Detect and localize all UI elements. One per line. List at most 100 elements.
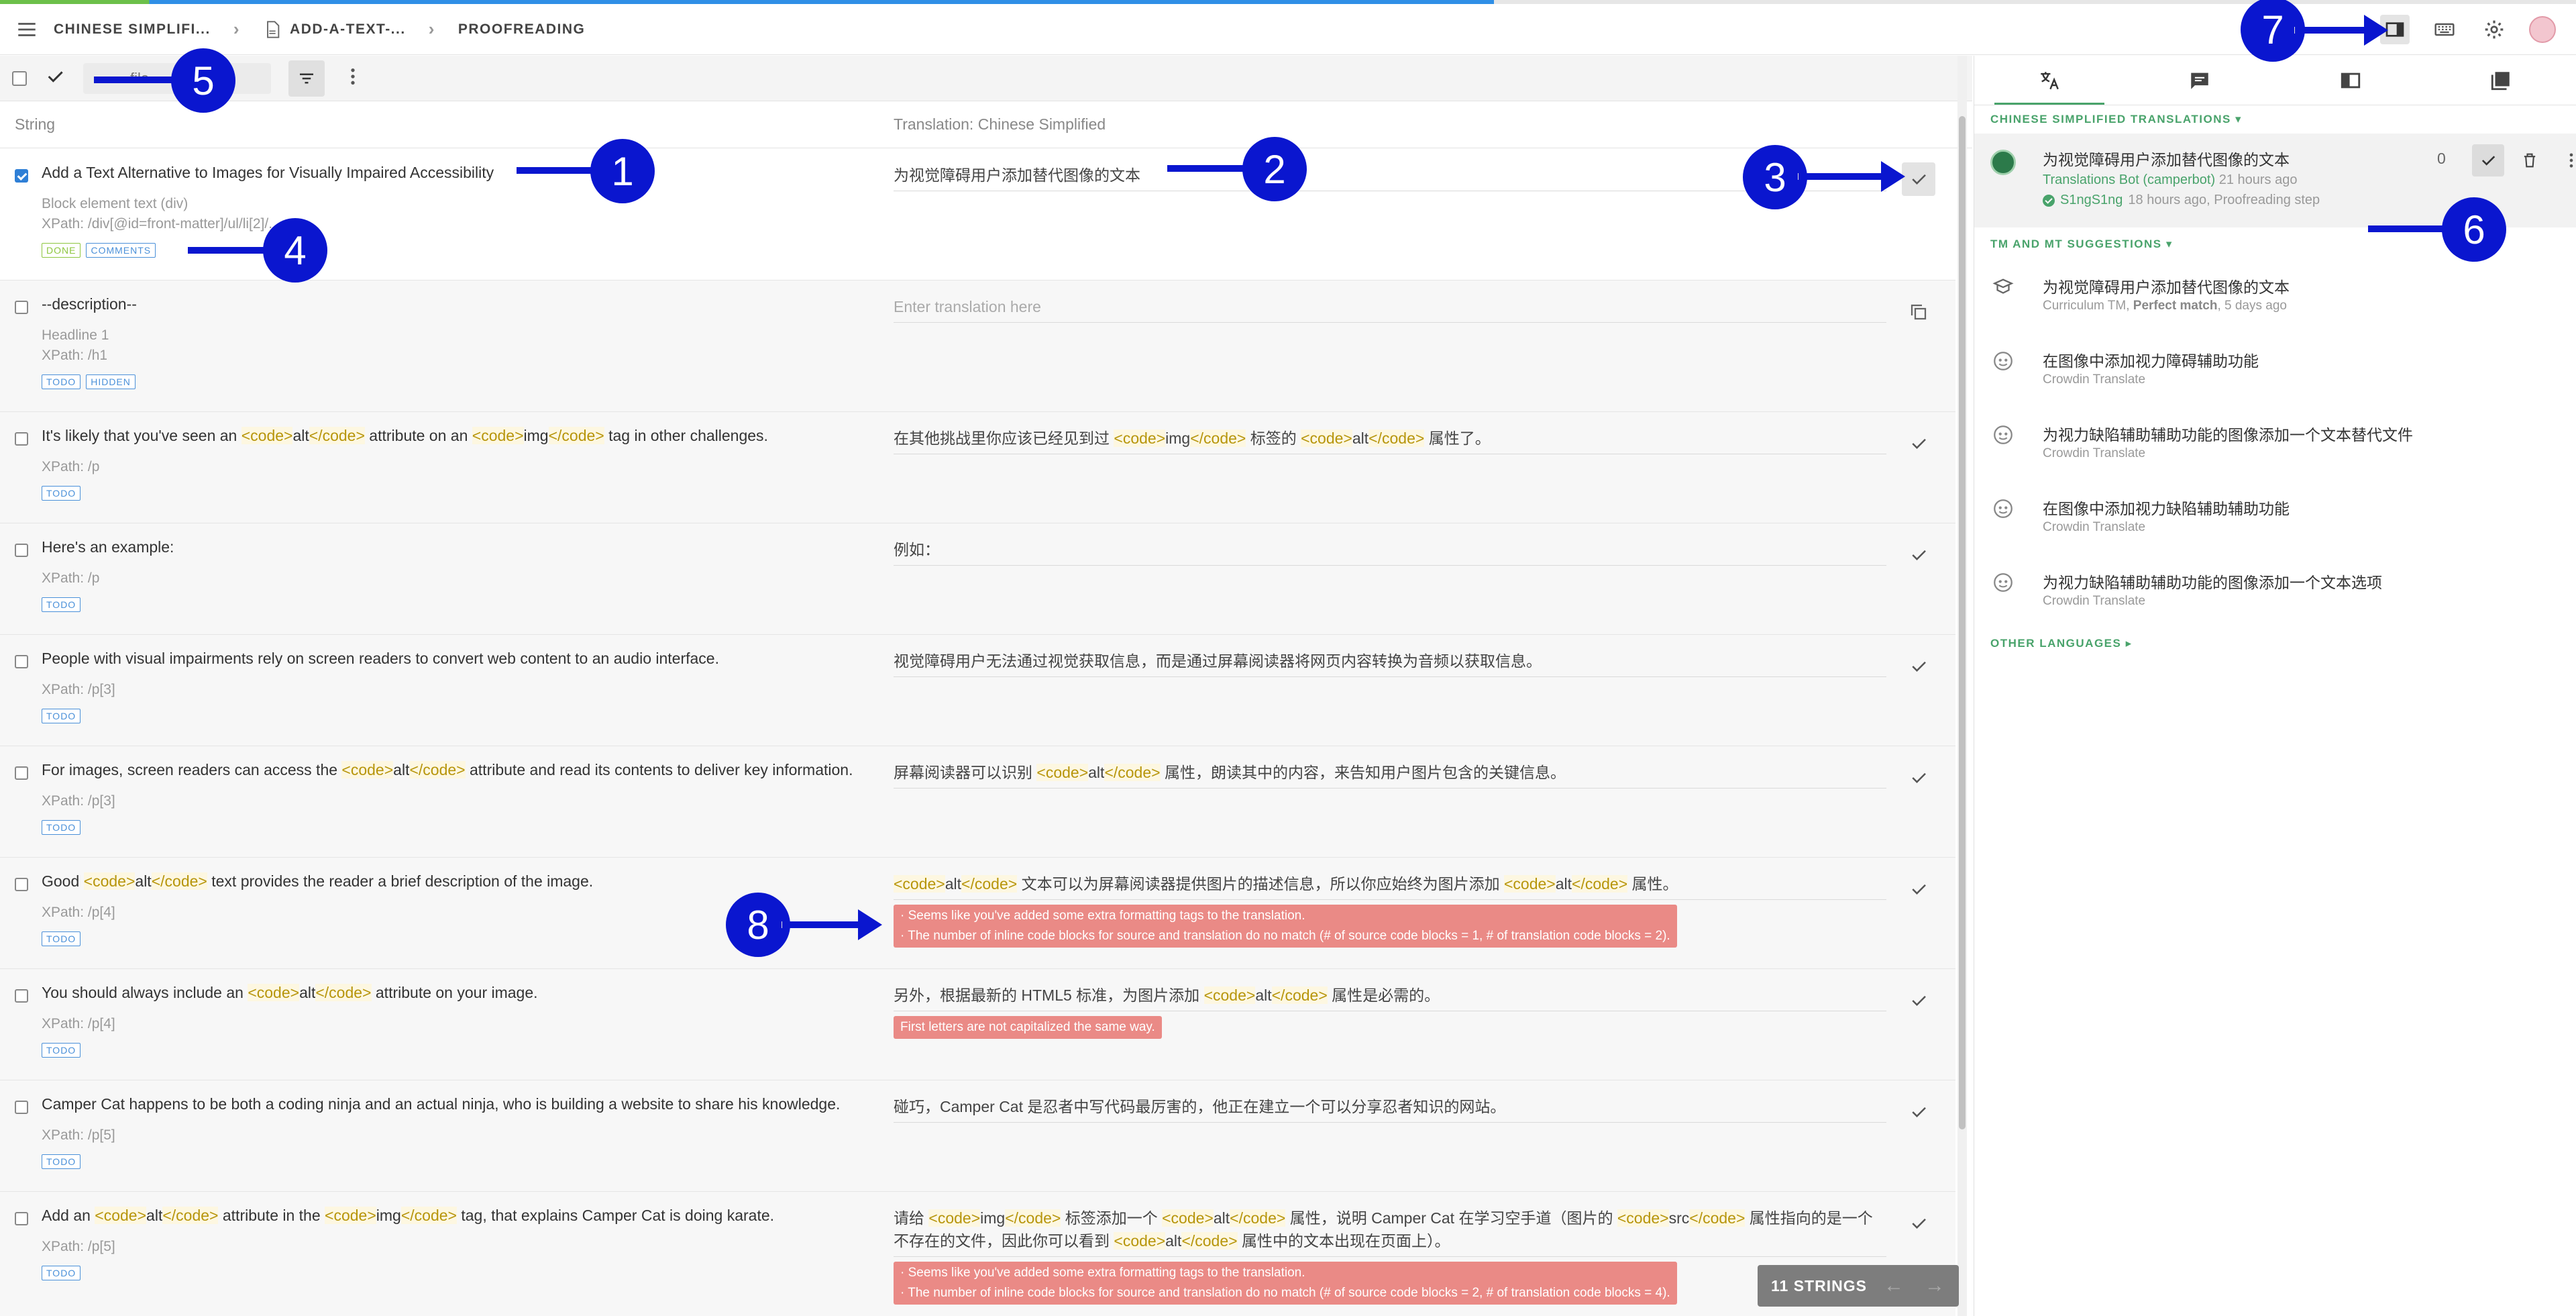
user-avatar[interactable] bbox=[2529, 16, 2556, 43]
status-badge: TODO bbox=[42, 931, 81, 946]
scrollbar-thumb[interactable] bbox=[1959, 116, 1966, 1129]
approve-row-button[interactable] bbox=[1902, 650, 1935, 683]
code-tag: </code> bbox=[1005, 1209, 1061, 1227]
annotation-marker-8: 8 bbox=[726, 893, 790, 957]
text-segment: 属性是必需的。 bbox=[1327, 986, 1440, 1004]
text-segment: img bbox=[376, 1207, 401, 1224]
row-checkbox[interactable] bbox=[15, 766, 28, 780]
tab-glossary[interactable] bbox=[2426, 56, 2576, 105]
code-tag: <code> bbox=[241, 427, 293, 444]
tab-translations[interactable] bbox=[1974, 56, 2125, 105]
code-tag: </code> bbox=[1181, 1232, 1238, 1250]
string-row[interactable]: Good <code>alt</code> text provides the … bbox=[0, 858, 1955, 969]
approver-name[interactable]: S1ngS1ng bbox=[2060, 193, 2123, 208]
string-row[interactable]: --description-- Headline 1 XPath: /h1 TODO H… bbox=[0, 281, 1955, 412]
string-row[interactable]: Add an <code>alt</code> attribute in the… bbox=[0, 1192, 1955, 1316]
breadcrumb-project[interactable]: CHINESE SIMPLIFI... bbox=[54, 21, 211, 38]
approve-row-button[interactable] bbox=[1902, 1095, 1935, 1129]
translations-section-header[interactable]: CHINESE SIMPLIFIED TRANSLATIONS ▾ bbox=[1974, 105, 2576, 134]
filter-button[interactable] bbox=[288, 60, 325, 97]
copy-source-button[interactable] bbox=[1902, 295, 1935, 329]
select-all-checkbox[interactable] bbox=[12, 70, 27, 86]
string-row[interactable]: Camper Cat happens to be both a coding n… bbox=[0, 1080, 1955, 1192]
book-icon bbox=[2341, 72, 2360, 88]
translation-field[interactable]: <code>alt</code> 文本可以为屏幕阅读器提供图片的描述信息，所以你… bbox=[894, 872, 1886, 900]
approve-row-button[interactable] bbox=[1902, 984, 1935, 1017]
suggestion-item[interactable]: 在图像中添加视力缺陷辅助辅助功能 Crowdin Translate bbox=[1974, 480, 2576, 554]
source-string: Here's an example: bbox=[42, 538, 873, 556]
string-row[interactable]: People with visual impairments rely on s… bbox=[0, 635, 1955, 746]
string-row[interactable]: You should always include an <code>alt</… bbox=[0, 969, 1955, 1080]
suggestion-text: 在图像中添加视力缺陷辅助辅助功能 bbox=[2043, 500, 2290, 517]
author-time: 21 hours ago bbox=[2218, 172, 2298, 187]
filter-icon bbox=[300, 73, 313, 83]
row-checkbox[interactable] bbox=[15, 989, 28, 1003]
translation-field[interactable]: 视觉障碍用户无法通过视觉获取信息，而是通过屏幕阅读器将网页内容转换为音频以获取信… bbox=[894, 650, 1886, 677]
breadcrumb-step[interactable]: PROOFREADING bbox=[458, 21, 586, 38]
translation-field[interactable]: 为视觉障碍用户添加替代图像的文本 bbox=[894, 164, 1886, 191]
row-checkbox[interactable] bbox=[15, 432, 28, 446]
other-languages-header[interactable]: OTHER LANGUAGES ▸ bbox=[1974, 627, 2576, 656]
code-tag: <code> bbox=[928, 1209, 981, 1227]
tab-comments[interactable] bbox=[2125, 56, 2275, 105]
translation-field[interactable]: 例如： bbox=[894, 538, 1886, 566]
row-checkbox[interactable] bbox=[15, 301, 28, 314]
row-checkbox[interactable] bbox=[15, 1101, 28, 1114]
text-segment: img bbox=[980, 1209, 1006, 1227]
code-tag: <code> bbox=[1203, 986, 1256, 1004]
row-checkbox[interactable] bbox=[15, 1212, 28, 1225]
code-tag: <code> bbox=[894, 875, 945, 893]
annotation-arrow bbox=[94, 77, 181, 83]
approve-row-button[interactable] bbox=[1902, 872, 1935, 906]
arrow-right-icon[interactable]: → bbox=[1925, 1274, 1945, 1297]
row-checkbox[interactable] bbox=[15, 169, 28, 183]
approve-row-button[interactable] bbox=[1902, 1207, 1935, 1240]
suggestion-item[interactable]: 为视力缺陷辅助辅助功能的图像添加一个文本选项 Crowdin Translate bbox=[1974, 554, 2576, 627]
delete-translation-button[interactable] bbox=[2514, 144, 2546, 176]
row-checkbox[interactable] bbox=[15, 655, 28, 668]
text-segment: 标签添加一个 bbox=[1061, 1209, 1163, 1227]
translation-field[interactable]: Enter translation here bbox=[894, 295, 1886, 323]
approve-row-button[interactable] bbox=[1902, 538, 1935, 572]
translation-field[interactable]: 在其他挑战里你应该已经见到过 <code>img</code> 标签的 <cod… bbox=[894, 427, 1886, 454]
source-name: Curriculum TM, bbox=[2043, 299, 2133, 313]
menu-button[interactable] bbox=[0, 4, 54, 55]
vote-count: 0 bbox=[2437, 150, 2446, 167]
translation-field[interactable]: 另外，根据最新的 HTML5 标准，为图片添加 <code>alt</code>… bbox=[894, 984, 1886, 1011]
suggestion-item[interactable]: 为视觉障碍用户添加替代图像的文本 Curriculum TM, Perfect m… bbox=[1974, 258, 2576, 332]
approve-row-button[interactable] bbox=[1902, 427, 1935, 460]
author-name[interactable]: Translations Bot (camperbot) bbox=[2043, 172, 2215, 187]
string-row[interactable]: Here's an example: XPath: /p TODO 例如： bbox=[0, 523, 1955, 635]
translation-more-button[interactable] bbox=[2555, 144, 2576, 176]
string-row[interactable]: It's likely that you've seen an <code>al… bbox=[0, 412, 1955, 523]
list-scrollbar[interactable] bbox=[1957, 56, 1967, 1316]
text-segment: Add a Text Alternative to Images for Vis… bbox=[42, 164, 494, 181]
row-checkbox[interactable] bbox=[15, 544, 28, 557]
approve-translation-button[interactable] bbox=[2472, 144, 2504, 176]
code-tag: </code> bbox=[1190, 429, 1246, 447]
row-checkbox[interactable] bbox=[15, 878, 28, 891]
translate-icon bbox=[2041, 71, 2059, 89]
arrow-left-icon[interactable]: ← bbox=[1884, 1274, 1904, 1297]
code-tag: </code> bbox=[162, 1207, 219, 1224]
settings-button[interactable] bbox=[2479, 15, 2509, 44]
breadcrumb-file[interactable]: ADD-A-TEXT-... bbox=[290, 21, 406, 38]
top-bar: CHINESE SIMPLIFI... › ADD-A-TEXT-... › P… bbox=[0, 4, 2576, 55]
suggestion-item[interactable]: 为视力缺陷辅助辅助功能的图像添加一个文本替代文件 Crowdin Translat… bbox=[1974, 406, 2576, 480]
translation-field[interactable]: 碰巧，Camper Cat 是忍者中写代码最厉害的，他正在建立一个可以分享忍者知… bbox=[894, 1095, 1886, 1123]
tab-context[interactable] bbox=[2275, 56, 2426, 105]
approve-row-button[interactable] bbox=[1902, 761, 1935, 795]
approve-row-button[interactable] bbox=[1902, 162, 1935, 196]
suggestion-item[interactable]: 在图像中添加视力障碍辅助功能 Crowdin Translate bbox=[1974, 332, 2576, 406]
text-segment: 另外，根据最新的 HTML5 标准，为图片添加 bbox=[894, 986, 1204, 1004]
translation-field[interactable]: 屏幕阅读器可以识别 <code>alt</code> 属性，朗读其中的内容，来告… bbox=[894, 761, 1886, 789]
text-segment: 属性了。 bbox=[1424, 429, 1491, 447]
approve-selected-button[interactable] bbox=[44, 66, 66, 91]
text-segment: 属性，说明 Camper Cat 在学习空手道（图片的 bbox=[1285, 1209, 1617, 1227]
code-tag: </code> bbox=[315, 984, 372, 1001]
translation-field[interactable]: 请给 <code>img</code> 标签添加一个 <code>alt</co… bbox=[894, 1207, 1886, 1257]
more-options-button[interactable] bbox=[342, 66, 364, 91]
string-row[interactable]: For images, screen readers can access th… bbox=[0, 746, 1955, 858]
code-tag: <code> bbox=[472, 427, 524, 444]
keyboard-shortcuts-button[interactable] bbox=[2430, 15, 2459, 44]
